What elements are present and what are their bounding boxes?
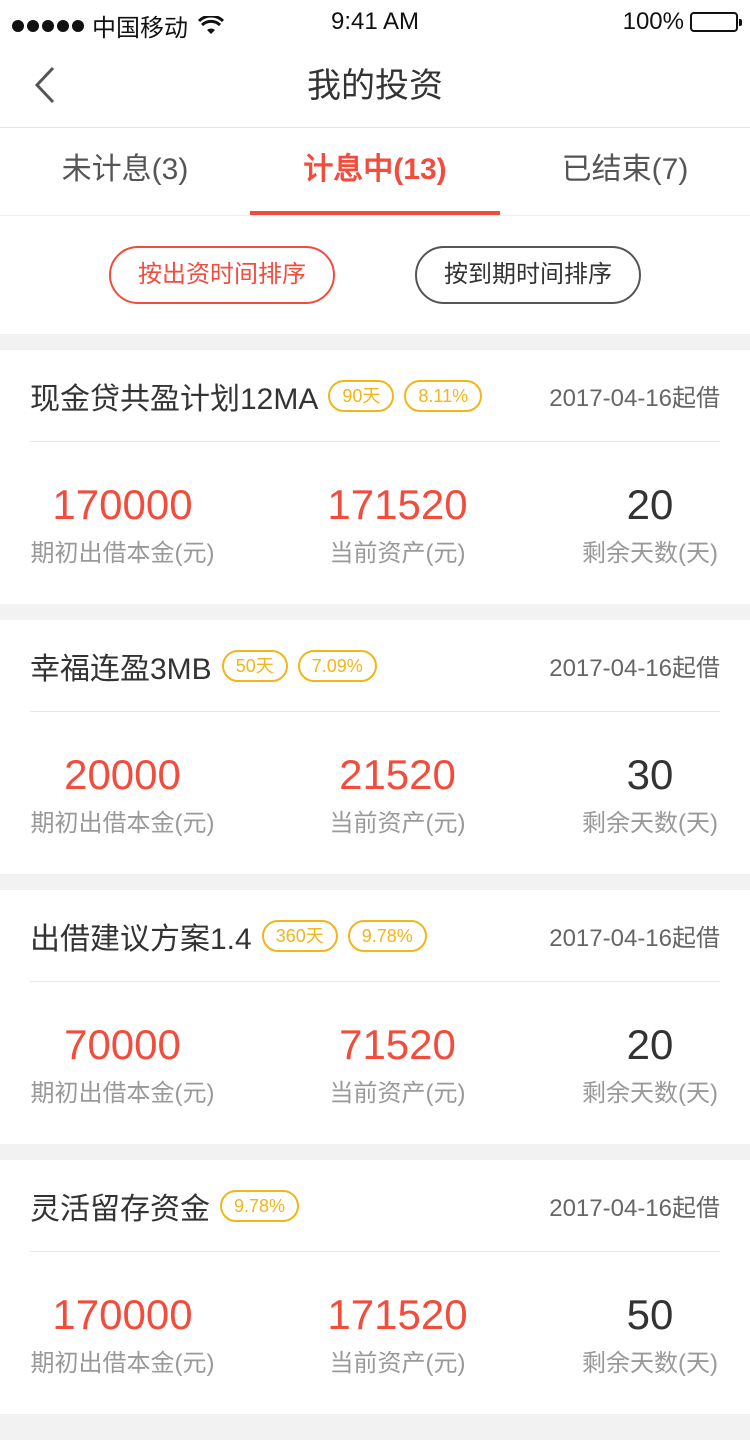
principal-value: 20000 (64, 750, 181, 798)
card-header: 幸福连盈3MB 50天 7.09% 2017-04-16起借 (30, 620, 720, 712)
principal-metric: 70000 期初出借本金(元) (30, 1019, 215, 1108)
status-bar: 中国移动 9:41 AM 100% (0, 0, 750, 44)
card-start-date: 2017-04-16起借 (549, 1195, 720, 1222)
card-start-date: 2017-04-16起借 (549, 925, 720, 952)
chevron-left-icon (34, 66, 55, 104)
current-assets-value: 71520 (339, 1020, 456, 1068)
card-tag: 50天 (221, 649, 288, 682)
tab-ended[interactable]: 已结束(7) (500, 128, 750, 215)
investment-card[interactable]: 幸福连盈3MB 50天 7.09% 2017-04-16起借 20000 期初出借… (0, 620, 750, 874)
current-assets-metric: 171520 当前资产(元) (215, 1289, 580, 1378)
back-button[interactable] (20, 60, 70, 110)
principal-label: 期初出借本金(元) (30, 1079, 215, 1107)
card-start-date: 2017-04-16起借 (549, 655, 720, 682)
page-title: 我的投资 (307, 67, 443, 105)
card-title: 幸福连盈3MB (30, 652, 212, 686)
days-left-value: 20 (626, 1020, 674, 1068)
status-right: 100% (622, 8, 742, 36)
battery-percent: 100% (622, 8, 684, 35)
sort-by-due-time-button[interactable]: 按到期时间排序 (415, 246, 641, 304)
current-assets-label: 当前资产(元) (329, 539, 466, 567)
days-left-value: 20 (626, 480, 674, 528)
card-header: 灵活留存资金 9.78% 2017-04-16起借 (30, 1160, 720, 1252)
card-body: 170000 期初出借本金(元) 171520 当前资产(元) 50 剩余天数(… (30, 1252, 720, 1414)
investment-card[interactable]: 出借建议方案1.4 360天 9.78% 2017-04-16起借 70000 期… (0, 890, 750, 1144)
card-start-date: 2017-04-16起借 (549, 385, 720, 412)
sort-by-invest-time-button[interactable]: 按出资时间排序 (109, 246, 335, 304)
days-left-metric: 30 剩余天数(天) (580, 749, 720, 838)
card-title: 现金贷共盈计划12MA (30, 382, 319, 416)
principal-metric: 170000 期初出借本金(元) (30, 1289, 215, 1378)
current-assets-value: 21520 (339, 750, 456, 798)
days-left-metric: 20 剩余天数(天) (580, 479, 720, 568)
card-tag: 9.78% (347, 919, 427, 952)
current-assets-metric: 21520 当前资产(元) (215, 749, 580, 838)
card-tag: 9.78% (220, 1189, 300, 1222)
current-assets-label: 当前资产(元) (329, 1349, 466, 1377)
tab-bar: 未计息(3) 计息中(13) 已结束(7) (0, 128, 750, 216)
principal-label: 期初出借本金(元) (30, 539, 215, 567)
card-body: 20000 期初出借本金(元) 21520 当前资产(元) 30 剩余天数(天) (30, 712, 720, 874)
current-assets-metric: 171520 当前资产(元) (215, 479, 580, 568)
card-title: 灵活留存资金 (30, 1192, 210, 1226)
days-left-metric: 20 剩余天数(天) (580, 1019, 720, 1108)
card-body: 170000 期初出借本金(元) 171520 当前资产(元) 20 剩余天数(… (30, 442, 720, 604)
principal-value: 170000 (52, 1290, 193, 1338)
current-assets-value: 171520 (327, 1290, 468, 1338)
days-left-label: 剩余天数(天) (582, 1349, 718, 1377)
card-header: 出借建议方案1.4 360天 9.78% 2017-04-16起借 (30, 890, 720, 982)
card-tag: 360天 (261, 919, 338, 952)
card-tag: 8.11% (404, 379, 483, 412)
current-assets-label: 当前资产(元) (329, 1079, 466, 1107)
nav-bar: 我的投资 (0, 44, 750, 128)
card-title: 出借建议方案1.4 (30, 922, 252, 956)
card-body: 70000 期初出借本金(元) 71520 当前资产(元) 20 剩余天数(天) (30, 982, 720, 1144)
card-tag: 90天 (328, 379, 395, 412)
card-header: 现金贷共盈计划12MA 90天 8.11% 2017-04-16起借 (30, 350, 720, 442)
days-left-value: 50 (626, 1290, 674, 1338)
current-assets-label: 当前资产(元) (329, 809, 466, 837)
tab-accruing[interactable]: 计息中(13) (250, 128, 500, 215)
days-left-label: 剩余天数(天) (582, 809, 718, 837)
days-left-label: 剩余天数(天) (582, 1079, 718, 1107)
principal-label: 期初出借本金(元) (30, 809, 215, 837)
principal-label: 期初出借本金(元) (30, 1349, 215, 1377)
current-assets-value: 171520 (327, 480, 468, 528)
principal-value: 170000 (52, 480, 193, 528)
tab-not-accruing[interactable]: 未计息(3) (0, 128, 250, 215)
days-left-metric: 50 剩余天数(天) (580, 1289, 720, 1378)
principal-metric: 20000 期初出借本金(元) (30, 749, 215, 838)
current-assets-metric: 71520 当前资产(元) (215, 1019, 580, 1108)
principal-metric: 170000 期初出借本金(元) (30, 479, 215, 568)
days-left-value: 30 (626, 750, 674, 798)
days-left-label: 剩余天数(天) (582, 539, 718, 567)
investment-card[interactable]: 现金贷共盈计划12MA 90天 8.11% 2017-04-16起借 170000… (0, 350, 750, 604)
card-tag: 7.09% (297, 649, 377, 682)
battery-icon (690, 12, 742, 32)
investment-card[interactable]: 灵活留存资金 9.78% 2017-04-16起借 170000 期初出借本金(… (0, 1160, 750, 1414)
investment-list: 现金贷共盈计划12MA 90天 8.11% 2017-04-16起借 170000… (0, 350, 750, 1414)
principal-value: 70000 (64, 1020, 181, 1068)
sort-row: 按出资时间排序 按到期时间排序 (0, 216, 750, 334)
